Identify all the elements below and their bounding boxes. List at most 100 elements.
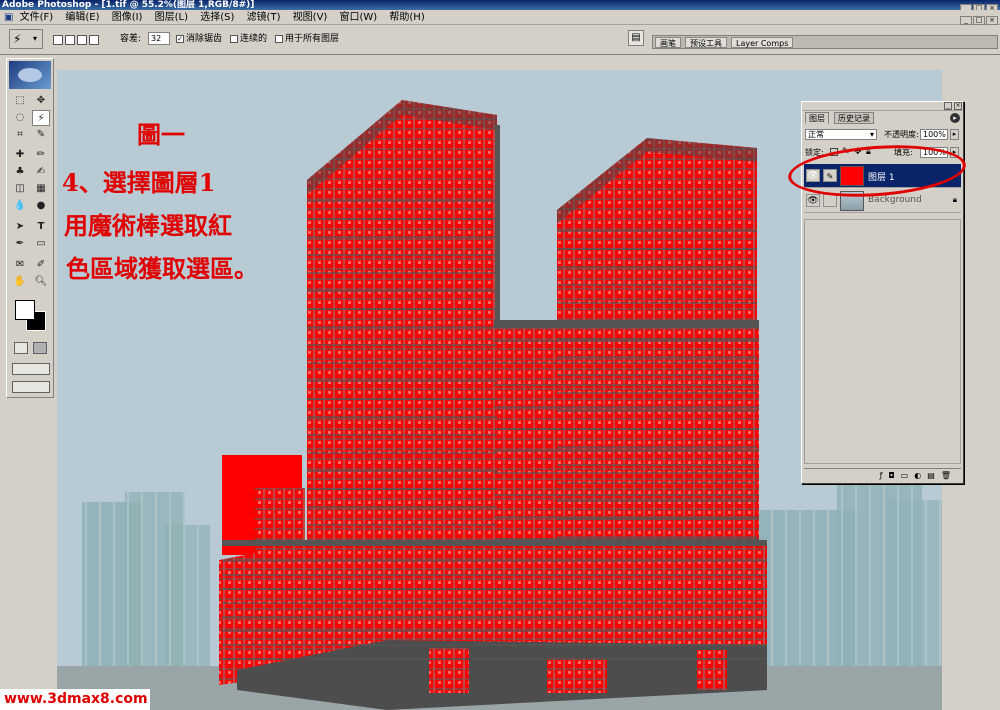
file-browser-icon[interactable]: ▤ [628,30,644,46]
menu-layer[interactable]: 图层(L) [155,10,188,25]
magic-wand-tool-icon[interactable]: ⚡ [32,110,50,126]
eye-icon[interactable]: 👁︎ [806,194,820,207]
annotation-line-3: 色區域獲取選區。 [66,254,258,283]
menu-help[interactable]: 帮助(H) [389,10,424,25]
all-layers-option[interactable]: 用于所有图层 [275,33,339,45]
eyedropper-tool-icon[interactable]: ✐ [32,257,50,273]
history-brush-icon[interactable]: ✍ [32,164,50,180]
hand-tool-icon[interactable]: ✋ [11,274,29,290]
palette-tab-brushes[interactable]: 画笔 [655,37,681,48]
opacity-input[interactable]: 100% [920,129,948,140]
palette-tab-tool-presets[interactable]: 预设工具 [685,37,727,48]
panel-minimize-icon[interactable]: _ [944,102,952,110]
pen-tool-icon[interactable]: ✒ [11,236,29,252]
new-group-icon[interactable]: ▭ [901,471,915,480]
gradient-tool-icon[interactable]: ▦ [32,181,50,197]
palette-well: 画笔 预设工具 Layer Comps [652,35,998,49]
dodge-tool-icon[interactable]: ● [32,198,50,214]
all-layers-checkbox[interactable] [275,34,283,43]
layers-panel-tabs: 图层 历史记录 ▸ [802,111,963,125]
menu-file[interactable]: 文件(F) [20,10,54,25]
annotation-title: 圖一 [137,120,185,149]
ps-doc-icon: ▣ [4,12,14,23]
quick-mask-standard-icon[interactable] [14,342,28,354]
foreground-color-swatch[interactable] [15,300,35,320]
window-title-bar: Adobe Photoshop - [1.tif @ 55.2%(图层 1,RG… [0,0,1000,10]
brush-icon[interactable] [823,194,837,207]
all-layers-label: 用于所有图层 [285,34,340,44]
jump-to-imageready-icon[interactable] [12,381,50,393]
palette-tab-layer-comps[interactable]: Layer Comps [731,37,794,48]
subtract-selection-icon[interactable] [77,35,87,45]
doc-minimize-icon[interactable]: _ [960,16,972,25]
tolerance-input[interactable]: 32 [148,32,170,45]
chevron-down-icon: ▾ [869,130,874,139]
antialias-option[interactable]: ✓ 消除锯齿 [176,33,222,45]
chevron-down-icon: ▾ [33,34,38,43]
eraser-tool-icon[interactable]: ◫ [11,181,29,197]
quick-mask-mode-icon[interactable] [33,342,47,354]
doc-restore-icon[interactable]: □ [973,16,985,25]
toolbox: ⬚ ✥ ◌ ⚡ ⌗ ✎ ✚ ✏ ♣ ✍ ◫ ▦ 💧 ● ➤ T ✒ ▭ ✉ ✐ … [6,58,54,398]
zoom-tool-icon[interactable]: 🔍︎ [32,274,50,290]
shape-tool-icon[interactable]: ▭ [32,236,50,252]
photoshop-logo[interactable] [9,61,51,89]
opacity-slider-icon[interactable]: ▸ [950,129,959,140]
menu-edit[interactable]: 编辑(E) [65,10,99,25]
tolerance-value: 32 [151,34,162,43]
annotation-line-2: 用魔術棒選取紅 [64,211,232,240]
annotation-line-1: 4、選擇圖層1 [62,168,216,197]
panel-menu-icon[interactable]: ▸ [950,113,960,123]
layers-panel-titlebar[interactable]: _ × [802,102,963,111]
layers-list-empty-area [804,219,961,464]
path-select-tool-icon[interactable]: ➤ [11,219,29,235]
magic-wand-preset-picker[interactable]: ⚡ ▾ [9,29,43,49]
notes-tool-icon[interactable]: ✉ [11,257,29,273]
screen-mode-icon[interactable] [12,363,50,375]
contiguous-option[interactable]: 连续的 [230,33,267,45]
opacity-label: 不透明度: [884,130,919,139]
antialias-checkbox[interactable]: ✓ [176,34,184,43]
selection-mode-buttons [53,33,101,46]
watermark: www.3dmax8.com [0,689,150,710]
healing-tool-icon[interactable]: ✚ [11,147,29,163]
tab-layers[interactable]: 图层 [805,112,829,124]
layer-name: Background [868,195,922,205]
blend-mode-value: 正常 [808,130,824,139]
type-tool-icon[interactable]: T [32,219,50,235]
menu-view[interactable]: 视图(V) [293,10,328,25]
tolerance-label: 容差: [120,34,142,44]
contiguous-label: 连续的 [240,34,268,44]
new-layer-icon[interactable]: ▤ [927,471,941,480]
trash-icon[interactable]: 🗑︎ [941,471,957,480]
panel-close-icon[interactable]: × [954,102,962,110]
contiguous-checkbox[interactable] [230,34,238,43]
slice-tool-icon[interactable]: ✎ [32,127,50,143]
new-selection-icon[interactable] [53,35,63,45]
layer-mask-icon[interactable]: ◘ [888,471,900,480]
lasso-tool-icon[interactable]: ◌ [11,110,29,126]
add-selection-icon[interactable] [65,35,75,45]
antialias-label: 消除锯齿 [186,34,223,44]
move-tool-icon[interactable]: ✥ [32,93,50,109]
brush-tool-icon[interactable]: ✏ [32,147,50,163]
marquee-tool-icon[interactable]: ⬚ [11,93,29,109]
adjustment-layer-icon[interactable]: ◐ [914,471,927,480]
layers-panel-footer: ƒ◘▭◐▤🗑︎ [804,468,961,481]
menu-bar: ▣ 文件(F) 编辑(E) 图像(I) 图层(L) 选择(S) 滤镜(T) 视图… [0,10,1000,25]
menu-window[interactable]: 窗口(W) [340,10,378,25]
stamp-tool-icon[interactable]: ♣ [11,164,29,180]
crop-tool-icon[interactable]: ⌗ [11,127,29,143]
menu-filter[interactable]: 滤镜(T) [247,10,281,25]
blur-tool-icon[interactable]: 💧 [11,198,29,214]
blend-mode-select[interactable]: 正常 ▾ [805,129,877,140]
intersect-selection-icon[interactable] [89,35,99,45]
lock-icon: 🔒︎ [952,195,957,204]
window-title: Adobe Photoshop - [1.tif @ 55.2%(图层 1,RG… [2,0,255,10]
opacity-value: 100% [923,130,946,139]
menu-select[interactable]: 选择(S) [200,10,234,25]
doc-close-icon[interactable]: × [986,16,998,25]
tab-history[interactable]: 历史记录 [834,112,874,124]
blend-opacity-row: 正常 ▾ 不透明度: 100% ▸ [802,128,963,142]
menu-image[interactable]: 图像(I) [112,10,143,25]
